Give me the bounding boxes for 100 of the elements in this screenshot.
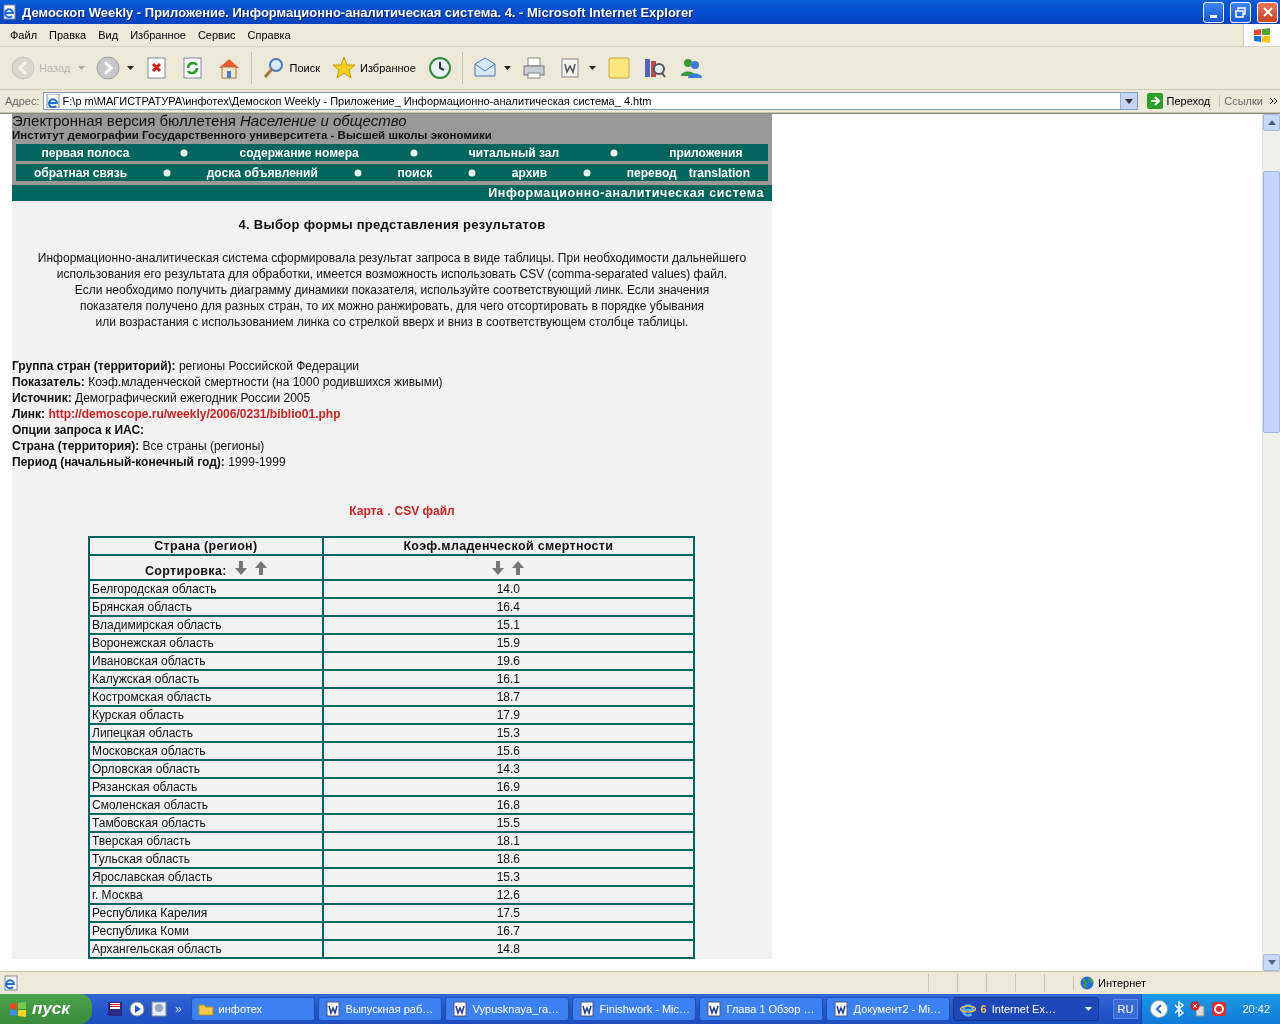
go-button[interactable]: Переход (1140, 93, 1217, 109)
page-heading: 4. Выбор формы представления результатов (237, 217, 547, 232)
table-cell: Республика Карелия (89, 904, 323, 922)
nav-link[interactable]: приложения (669, 145, 743, 160)
search-button[interactable]: Поиск (256, 52, 325, 84)
menu-item[interactable]: Справка (241, 27, 297, 43)
menu-item[interactable]: Файл (4, 27, 44, 43)
nav-link[interactable]: первая полоса (41, 145, 130, 160)
taskbar-button[interactable]: Finishwork - Mic… (571, 997, 696, 1021)
parameter-value: 1999-1999 (228, 455, 286, 469)
options-heading: Опции запроса к ИАС: (12, 423, 145, 437)
security-zone-label: Интернет (1098, 977, 1146, 989)
chevron-icon[interactable] (1270, 97, 1278, 105)
menu-item[interactable]: Избранное (124, 27, 192, 43)
table-cell: 18.7 (322, 688, 694, 706)
sort-down-icon[interactable] (492, 561, 505, 575)
bluetooth-icon[interactable] (1173, 1001, 1186, 1017)
dropdown-caret-icon[interactable] (126, 66, 134, 70)
taskbar-button[interactable]: Vypusknaya_ra… (444, 997, 569, 1021)
dropdown-caret-icon[interactable] (588, 66, 596, 70)
table-cell: 15.5 (322, 814, 694, 832)
minimize-button[interactable] (1203, 1, 1224, 23)
ie-page-icon (2, 4, 18, 20)
nav-link[interactable]: читальный зал (468, 145, 560, 160)
table-cell: 16.9 (322, 778, 694, 796)
star-icon (332, 56, 356, 80)
institute-name: Институт демографии Государственного университета - Высшей школы экономики (12, 129, 493, 141)
sort-up-icon[interactable] (254, 561, 267, 575)
language-indicator[interactable]: RU (1112, 999, 1139, 1019)
table-cell: Тверская область (89, 832, 323, 850)
address-label: Адрес: (5, 95, 40, 107)
sort-down-icon[interactable] (234, 561, 247, 575)
taskbar-button[interactable]: Глава 1 Обзор … (698, 997, 823, 1021)
table-cell: Тульская область (89, 850, 323, 868)
export-link[interactable]: CSV файл (394, 504, 455, 518)
nav-link[interactable]: translation (688, 165, 751, 180)
export-link[interactable]: Карта (349, 504, 384, 518)
table-cell: 15.3 (322, 868, 694, 886)
address-field[interactable]: F:\p m\МАГИСТРАТУРА\инфотех\Демоскоп Weekly - Приложение_ Информационно-аналитическая система_ 4.htm (42, 92, 1138, 110)
parameter-value: Коэф.младенческой смертности (на 1000 родившихся живыми) (88, 375, 443, 389)
table-cell: Костромская область (89, 688, 323, 706)
bullet-icon (468, 168, 476, 177)
sort-up-icon[interactable] (512, 561, 525, 575)
word-document-icon (705, 1001, 722, 1017)
chevron-left-icon[interactable] (1150, 1000, 1169, 1018)
sort-label: Сортировка: (145, 563, 227, 579)
restore-button[interactable] (1230, 1, 1251, 23)
word-document-icon (832, 1001, 849, 1017)
parameter-value: Все страны (регионы) (142, 439, 265, 453)
close-icon (1262, 7, 1273, 17)
close-button[interactable] (1257, 1, 1278, 23)
nav-link[interactable]: доска объявлений (206, 165, 318, 180)
taskbar-button[interactable]: 6 Internet Ex… (952, 997, 1099, 1021)
start-button[interactable]: пуск (0, 994, 92, 1024)
table-cell: г. Москва (89, 886, 323, 904)
links-button[interactable]: Ссылки (1219, 95, 1267, 107)
table-cell: Ивановская область (89, 652, 323, 670)
table-cell: 18.6 (322, 850, 694, 868)
table-cell: 15.3 (322, 724, 694, 742)
nav-link[interactable]: перевод (626, 165, 677, 180)
table-cell: Рязанская область (89, 778, 323, 796)
table-cell: Белгородская область (89, 580, 323, 598)
dropdown-caret-icon[interactable] (503, 66, 511, 70)
application-icon[interactable] (150, 1001, 167, 1017)
source-link[interactable]: http://demoscope.ru/weekly/2006/0231/biblio01.php (48, 407, 341, 421)
printer-icon (521, 56, 546, 80)
menu-item[interactable]: Сервис (191, 27, 242, 43)
scrollbar-thumb[interactable] (1263, 171, 1280, 433)
parameter-label: Источник: (12, 391, 72, 405)
network-error-icon[interactable] (1190, 1001, 1207, 1017)
ie-page-icon (45, 94, 60, 108)
vertical-scrollbar[interactable] (1262, 114, 1280, 971)
menu-item[interactable]: Правка (43, 27, 93, 43)
column-header: Страна (регион) (89, 537, 323, 555)
nav-link[interactable]: поиск (397, 165, 433, 180)
word-document-icon (324, 1001, 341, 1017)
media-player-icon[interactable] (128, 1001, 145, 1017)
ie-logo-icon (959, 1001, 976, 1017)
more-button[interactable]: » (174, 1002, 182, 1016)
nav-link[interactable]: архив (511, 165, 548, 180)
scroll-up-icon[interactable] (1267, 120, 1276, 125)
taskbar-button[interactable]: Выпускная раб… (317, 997, 442, 1021)
windows-logo-icon (1253, 27, 1271, 43)
scroll-down-icon[interactable] (1267, 960, 1276, 965)
restore-icon (1235, 6, 1246, 18)
favorites-button[interactable]: Избранное (327, 52, 421, 84)
taskbar-button[interactable]: Документ2 - Mi… (825, 997, 950, 1021)
nav-link[interactable]: обратная связь (33, 165, 128, 180)
table-cell: 14.0 (322, 580, 694, 598)
history-clock-icon (427, 56, 452, 80)
mail-icon (472, 56, 497, 80)
bullet-icon (582, 168, 591, 177)
parameter-value: регионы Российской Федерации (178, 359, 360, 373)
section-title-bar: Информационно-аналитическая система (12, 185, 772, 201)
nav-link[interactable]: содержание номера (239, 145, 359, 160)
shield-icon[interactable] (1211, 1001, 1228, 1017)
dropdown-caret-icon (1124, 98, 1133, 104)
taskbar-button[interactable]: инфотех (190, 997, 315, 1021)
menu-item[interactable]: Вид (92, 27, 125, 43)
books-magnifier-icon (642, 56, 667, 80)
